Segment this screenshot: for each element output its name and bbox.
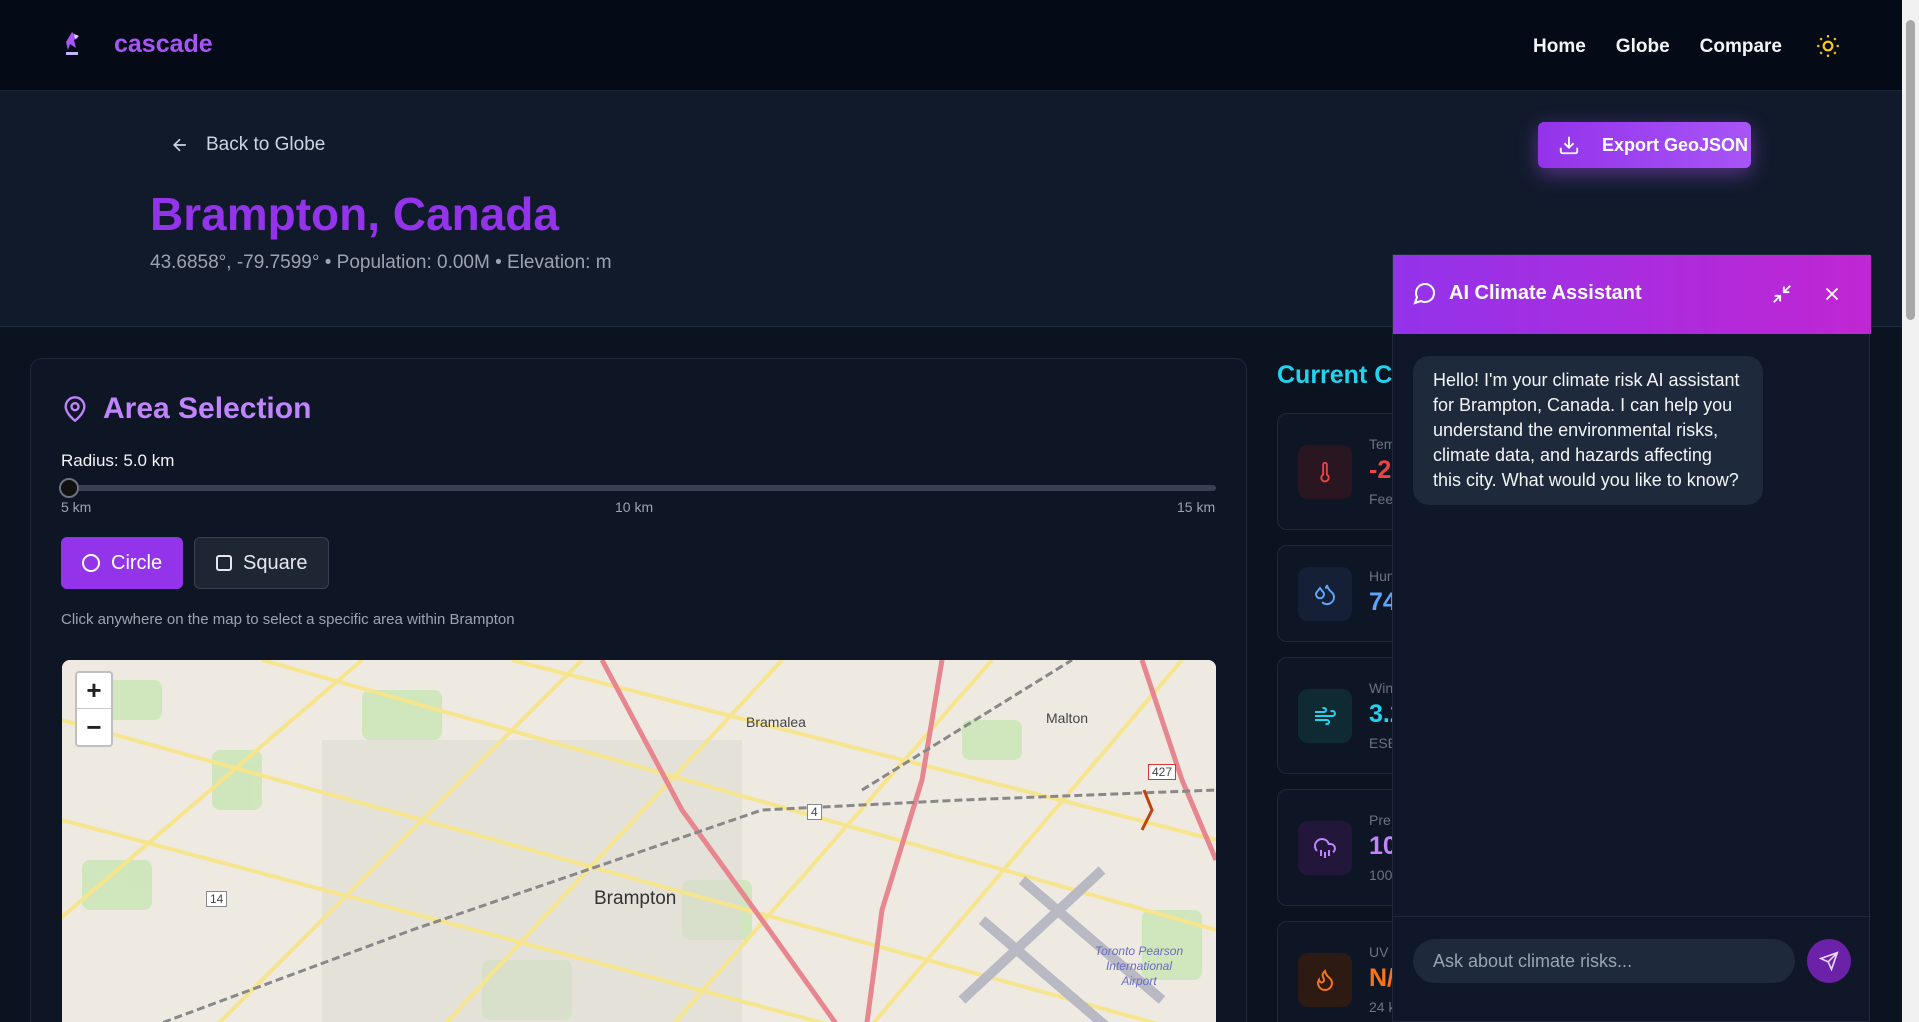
chat-input-area: [1393, 916, 1871, 1022]
download-icon: [1559, 136, 1579, 155]
message-circle-icon: [1413, 283, 1435, 305]
radius-label: Radius: 5.0 km: [61, 451, 175, 470]
flame-icon: [1298, 953, 1352, 1007]
chat-title-text: AI Climate Assistant: [1449, 281, 1642, 304]
uv-label: UV: [1369, 944, 1389, 960]
radius-slider-thumb[interactable]: [59, 478, 79, 498]
map-view[interactable]: + − Bramalea Malton Brampton Toronto Pea…: [62, 660, 1216, 1022]
temperature-sub: Fee: [1369, 491, 1394, 507]
page-scrollbar[interactable]: [1902, 0, 1919, 1022]
logo-icon[interactable]: [60, 30, 88, 60]
slider-tick-max: 15 km: [1177, 499, 1216, 515]
send-button[interactable]: [1807, 939, 1851, 983]
minimize-icon[interactable]: [1771, 283, 1793, 305]
map-zoom-control: + −: [75, 671, 113, 747]
brand-name[interactable]: cascade: [114, 30, 213, 59]
area-selection-heading: Area Selection: [61, 392, 311, 426]
radius-slider[interactable]: [59, 478, 1216, 498]
map-tiles[interactable]: [62, 660, 1216, 1022]
map-hint-text: Click anywhere on the map to select a sp…: [61, 611, 515, 628]
precipitation-label: Pre: [1369, 812, 1391, 828]
nav-compare-link[interactable]: Compare: [1700, 36, 1782, 58]
humidity-label: Hun: [1369, 568, 1395, 584]
slider-tick-min: 5 km: [61, 499, 92, 515]
nav-globe-link[interactable]: Globe: [1616, 36, 1670, 58]
chat-header: AI Climate Assistant: [1393, 255, 1871, 334]
droplets-icon: [1298, 567, 1352, 621]
square-shape-button[interactable]: Square: [194, 537, 329, 589]
thermometer-icon: [1298, 445, 1352, 499]
highway-14-shield: 14: [206, 891, 228, 907]
wind-label: Win: [1369, 680, 1394, 696]
export-geojson-button[interactable]: Export GeoJSON: [1538, 122, 1751, 168]
map-label-brampton: Brampton: [594, 888, 677, 909]
highway-4-shield: 4: [807, 804, 822, 820]
zoom-out-button[interactable]: −: [77, 709, 111, 745]
uv-value: N/: [1369, 964, 1394, 992]
back-to-globe-link[interactable]: Back to Globe: [170, 134, 325, 156]
city-metadata: 43.6858°, -79.7599° • Population: 0.00M …: [150, 252, 612, 273]
nav-home-link[interactable]: Home: [1533, 36, 1586, 58]
assistant-message: Hello! I'm your climate risk AI assistan…: [1413, 356, 1763, 505]
close-icon[interactable]: [1821, 283, 1843, 305]
map-label-malton: Malton: [1046, 710, 1089, 726]
square-icon: [216, 555, 232, 571]
wind-icon: [1298, 689, 1352, 743]
slider-tick-mid: 10 km: [615, 499, 654, 515]
circle-shape-button[interactable]: Circle: [61, 537, 183, 589]
map-label-airport: Toronto Pearson International Airport: [1094, 944, 1184, 988]
zoom-in-button[interactable]: +: [77, 673, 111, 709]
scrollbar-thumb[interactable]: [1906, 20, 1915, 320]
chat-title: AI Climate Assistant: [1413, 281, 1642, 305]
area-selection-card: Area Selection Radius: 5.0 km 5 km 10 km…: [30, 358, 1247, 1022]
current-conditions-heading: Current Co: [1277, 361, 1408, 389]
precipitation-sub: 100: [1369, 867, 1393, 883]
top-navbar: cascade Home Globe Compare: [0, 0, 1902, 91]
nav-links: Home Globe Compare: [1533, 36, 1782, 58]
send-icon: [1819, 951, 1839, 971]
map-label-bramalea: Bramalea: [746, 714, 806, 730]
cloud-rain-icon: [1298, 821, 1352, 875]
page-title: Brampton, Canada: [150, 188, 559, 240]
circle-icon: [82, 554, 100, 572]
sun-icon[interactable]: [1815, 33, 1841, 59]
square-label: Square: [243, 551, 308, 574]
ai-chat-panel: AI Climate Assistant Hello! I'm your cli…: [1392, 254, 1871, 1022]
map-pin-icon: [64, 396, 86, 423]
back-link-label: Back to Globe: [206, 134, 326, 155]
export-label: Export GeoJSON: [1602, 134, 1749, 155]
circle-label: Circle: [111, 551, 163, 574]
temperature-value: -2: [1369, 456, 1392, 484]
chat-input[interactable]: [1413, 939, 1795, 983]
arrow-left-icon: [172, 138, 186, 152]
area-title-text: Area Selection: [103, 392, 312, 425]
highway-427-shield: 427: [1148, 764, 1177, 780]
